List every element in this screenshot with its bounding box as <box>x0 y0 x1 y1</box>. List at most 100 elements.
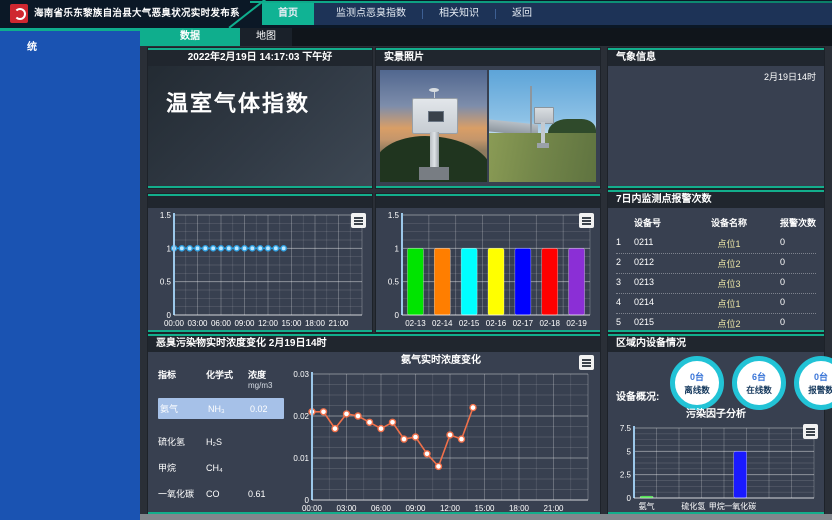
devices-panel: 区域内设备情况 设备概况: 0台 离线数 6台 在线数 0台 报警数 污染因子分… <box>608 334 824 514</box>
datetime-label: 2022年2月19日 14:17:03 下午好 <box>148 50 372 66</box>
chart-menu-icon[interactable] <box>579 213 594 228</box>
chart-menu-icon[interactable] <box>579 355 594 370</box>
svg-text:5: 5 <box>627 447 632 456</box>
svg-text:2.5: 2.5 <box>620 471 632 480</box>
weather-timestamp: 2月19日14时 <box>764 70 816 83</box>
system-title-overflow: 统 <box>0 31 140 53</box>
stat-offline: 0台 离线数 <box>670 356 724 410</box>
svg-text:00:00: 00:00 <box>302 504 323 513</box>
svg-text:21:00: 21:00 <box>328 319 349 328</box>
pollutant-panel: 恶臭污染物实时浓度变化 2月19日14时 指标 化学式 浓度 mg/m3 氨气N… <box>148 334 600 514</box>
table-row: 30213点位30 <box>616 274 816 294</box>
pollutant-row[interactable]: 氨气NH₃0.02 <box>158 398 284 419</box>
svg-text:02-14: 02-14 <box>432 319 453 328</box>
table-row: 50215点位20 <box>616 314 816 334</box>
svg-text:0: 0 <box>395 311 400 320</box>
nh3-chart-title: 氨气实时浓度变化 <box>286 354 596 368</box>
site-photo-2 <box>489 70 596 182</box>
tab-map[interactable]: 地图 <box>240 28 292 46</box>
chart-menu-icon[interactable] <box>803 424 818 439</box>
pollutant-row[interactable]: 一氧化碳CO0.61 <box>158 487 284 500</box>
nav-back[interactable]: 返回 <box>496 3 548 25</box>
stat-online: 6台 在线数 <box>732 356 786 410</box>
pollutant-panel-title: 恶臭污染物实时浓度变化 2月19日14时 <box>148 336 600 352</box>
svg-text:18:00: 18:00 <box>509 504 530 513</box>
svg-text:09:00: 09:00 <box>234 319 255 328</box>
view-tabs: 数据 地图 <box>140 28 832 46</box>
pollution-factor-bar-chart: 0 2.5 5 7.5 氨气 硫化氢甲烷一氧化碳 <box>612 422 820 512</box>
svg-text:1: 1 <box>395 244 400 253</box>
daily-index-bar-chart: 0 0.5 1 1.5 02-13 02-14 02-15 02-16 02-17 02-18 02… <box>378 209 596 329</box>
svg-text:09:00: 09:00 <box>405 504 426 513</box>
chart-menu-icon[interactable] <box>351 213 366 228</box>
bottom-scroll-strip[interactable] <box>140 514 832 520</box>
svg-text:0.01: 0.01 <box>293 454 309 463</box>
factor-chart-title: 污染因子分析 <box>608 408 824 422</box>
pollutant-table: 指标 化学式 浓度 mg/m3 氨气NH₃0.02 硫化氢H₂S 甲烷CH₄ 一氧化碳… <box>158 370 284 500</box>
alarm-panel-title: 7日内监测点报警次数 <box>608 192 824 208</box>
svg-text:03:00: 03:00 <box>336 504 357 513</box>
nh3-trend-line-chart: 00.010.020.0300:0003:0006:0009:0012:0015… <box>286 368 594 514</box>
svg-text:21:00: 21:00 <box>543 504 564 513</box>
pollutant-row[interactable]: 甲烷CH₄ <box>158 461 284 474</box>
greenhouse-index-line-chart: 00.511.500:0003:0006:0009:0012:0015:0018… <box>150 209 368 329</box>
table-row: 40214点位10 <box>616 294 816 314</box>
svg-text:硫化氢: 硫化氢 <box>681 501 705 511</box>
app-header: 海南省乐东黎族自治县大气恶臭状况实时发布系 首页 监测点恶臭指数 相关知识 返回 <box>0 0 832 28</box>
tab-data[interactable]: 数据 <box>140 28 240 46</box>
svg-text:1.5: 1.5 <box>160 211 172 220</box>
svg-text:02-17: 02-17 <box>513 319 534 328</box>
svg-text:15:00: 15:00 <box>281 319 302 328</box>
site-photo-1 <box>380 70 487 182</box>
greenhouse-headline: 温室气体指数 <box>166 86 310 118</box>
svg-text:00:00: 00:00 <box>164 319 185 328</box>
svg-text:7.5: 7.5 <box>620 424 632 433</box>
svg-text:0: 0 <box>627 494 632 503</box>
svg-text:18:00: 18:00 <box>305 319 326 328</box>
greenhouse-index-panel: 2022年2月19日 14:17:03 下午好 温室气体指数 <box>148 48 372 188</box>
svg-text:03:00: 03:00 <box>187 319 208 328</box>
sidebar: 统 <box>0 28 140 520</box>
nav-home[interactable]: 首页 <box>262 3 314 25</box>
svg-text:02-13: 02-13 <box>405 319 426 328</box>
svg-text:0.03: 0.03 <box>293 370 309 379</box>
alarm-table-header: 设备号 设备名称 报警次数 <box>616 212 816 234</box>
system-title: 海南省乐东黎族自治县大气恶臭状况实时发布系 <box>34 0 240 28</box>
svg-text:0.02: 0.02 <box>293 412 309 421</box>
stat-alarm: 0台 报警数 <box>794 356 832 410</box>
svg-text:12:00: 12:00 <box>258 319 279 328</box>
main-nav: 首页 监测点恶臭指数 相关知识 返回 <box>262 3 832 25</box>
svg-text:甲烷: 甲烷 <box>709 501 725 511</box>
svg-text:02-16: 02-16 <box>486 319 507 328</box>
alarm-count-panel: 7日内监测点报警次数 设备号 设备名称 报警次数 10211点位1020212点… <box>608 190 824 332</box>
table-row: 20212点位20 <box>616 254 816 274</box>
device-stats: 0台 离线数 6台 在线数 0台 报警数 <box>670 356 832 410</box>
table-row: 10211点位10 <box>616 234 816 254</box>
pollutant-table-rows: 氨气NH₃0.02 硫化氢H₂S 甲烷CH₄ 一氧化碳CO0.61 <box>158 398 284 500</box>
svg-text:06:00: 06:00 <box>211 319 232 328</box>
svg-text:15:00: 15:00 <box>474 504 495 513</box>
weather-panel: 气象信息 2月19日14时 <box>608 48 824 188</box>
svg-text:06:00: 06:00 <box>371 504 392 513</box>
photos-panel-title: 实景照片 <box>376 50 600 66</box>
devices-panel-title: 区域内设备情况 <box>608 336 824 352</box>
device-overview-label: 设备概况: <box>616 388 659 403</box>
conc-unit: mg/m3 <box>248 381 272 390</box>
svg-text:0.5: 0.5 <box>388 278 400 287</box>
app-logo-icon <box>10 4 28 23</box>
pollutant-table-header: 指标 化学式 浓度 mg/m3 <box>158 370 284 391</box>
nav-knowledge[interactable]: 相关知识 <box>423 3 495 25</box>
pollutant-row[interactable]: 硫化氢H₂S <box>158 435 284 448</box>
svg-text:一氧化碳: 一氧化碳 <box>724 501 756 511</box>
weather-panel-title: 气象信息 <box>608 50 824 66</box>
greenhouse-trend-panel: 00.511.500:0003:0006:0009:0012:0015:0018… <box>148 194 372 332</box>
svg-text:氨气: 氨气 <box>639 501 655 511</box>
nav-odor-index[interactable]: 监测点恶臭指数 <box>320 3 422 25</box>
svg-text:02-18: 02-18 <box>539 319 560 328</box>
svg-text:02-15: 02-15 <box>459 319 480 328</box>
svg-text:1.5: 1.5 <box>388 211 400 220</box>
svg-text:02-19: 02-19 <box>566 319 587 328</box>
svg-text:12:00: 12:00 <box>440 504 461 513</box>
svg-text:0.5: 0.5 <box>160 278 172 287</box>
daily-index-panel: 0 0.5 1 1.5 02-13 02-14 02-15 02-16 02-17 02-18 02… <box>376 194 600 332</box>
